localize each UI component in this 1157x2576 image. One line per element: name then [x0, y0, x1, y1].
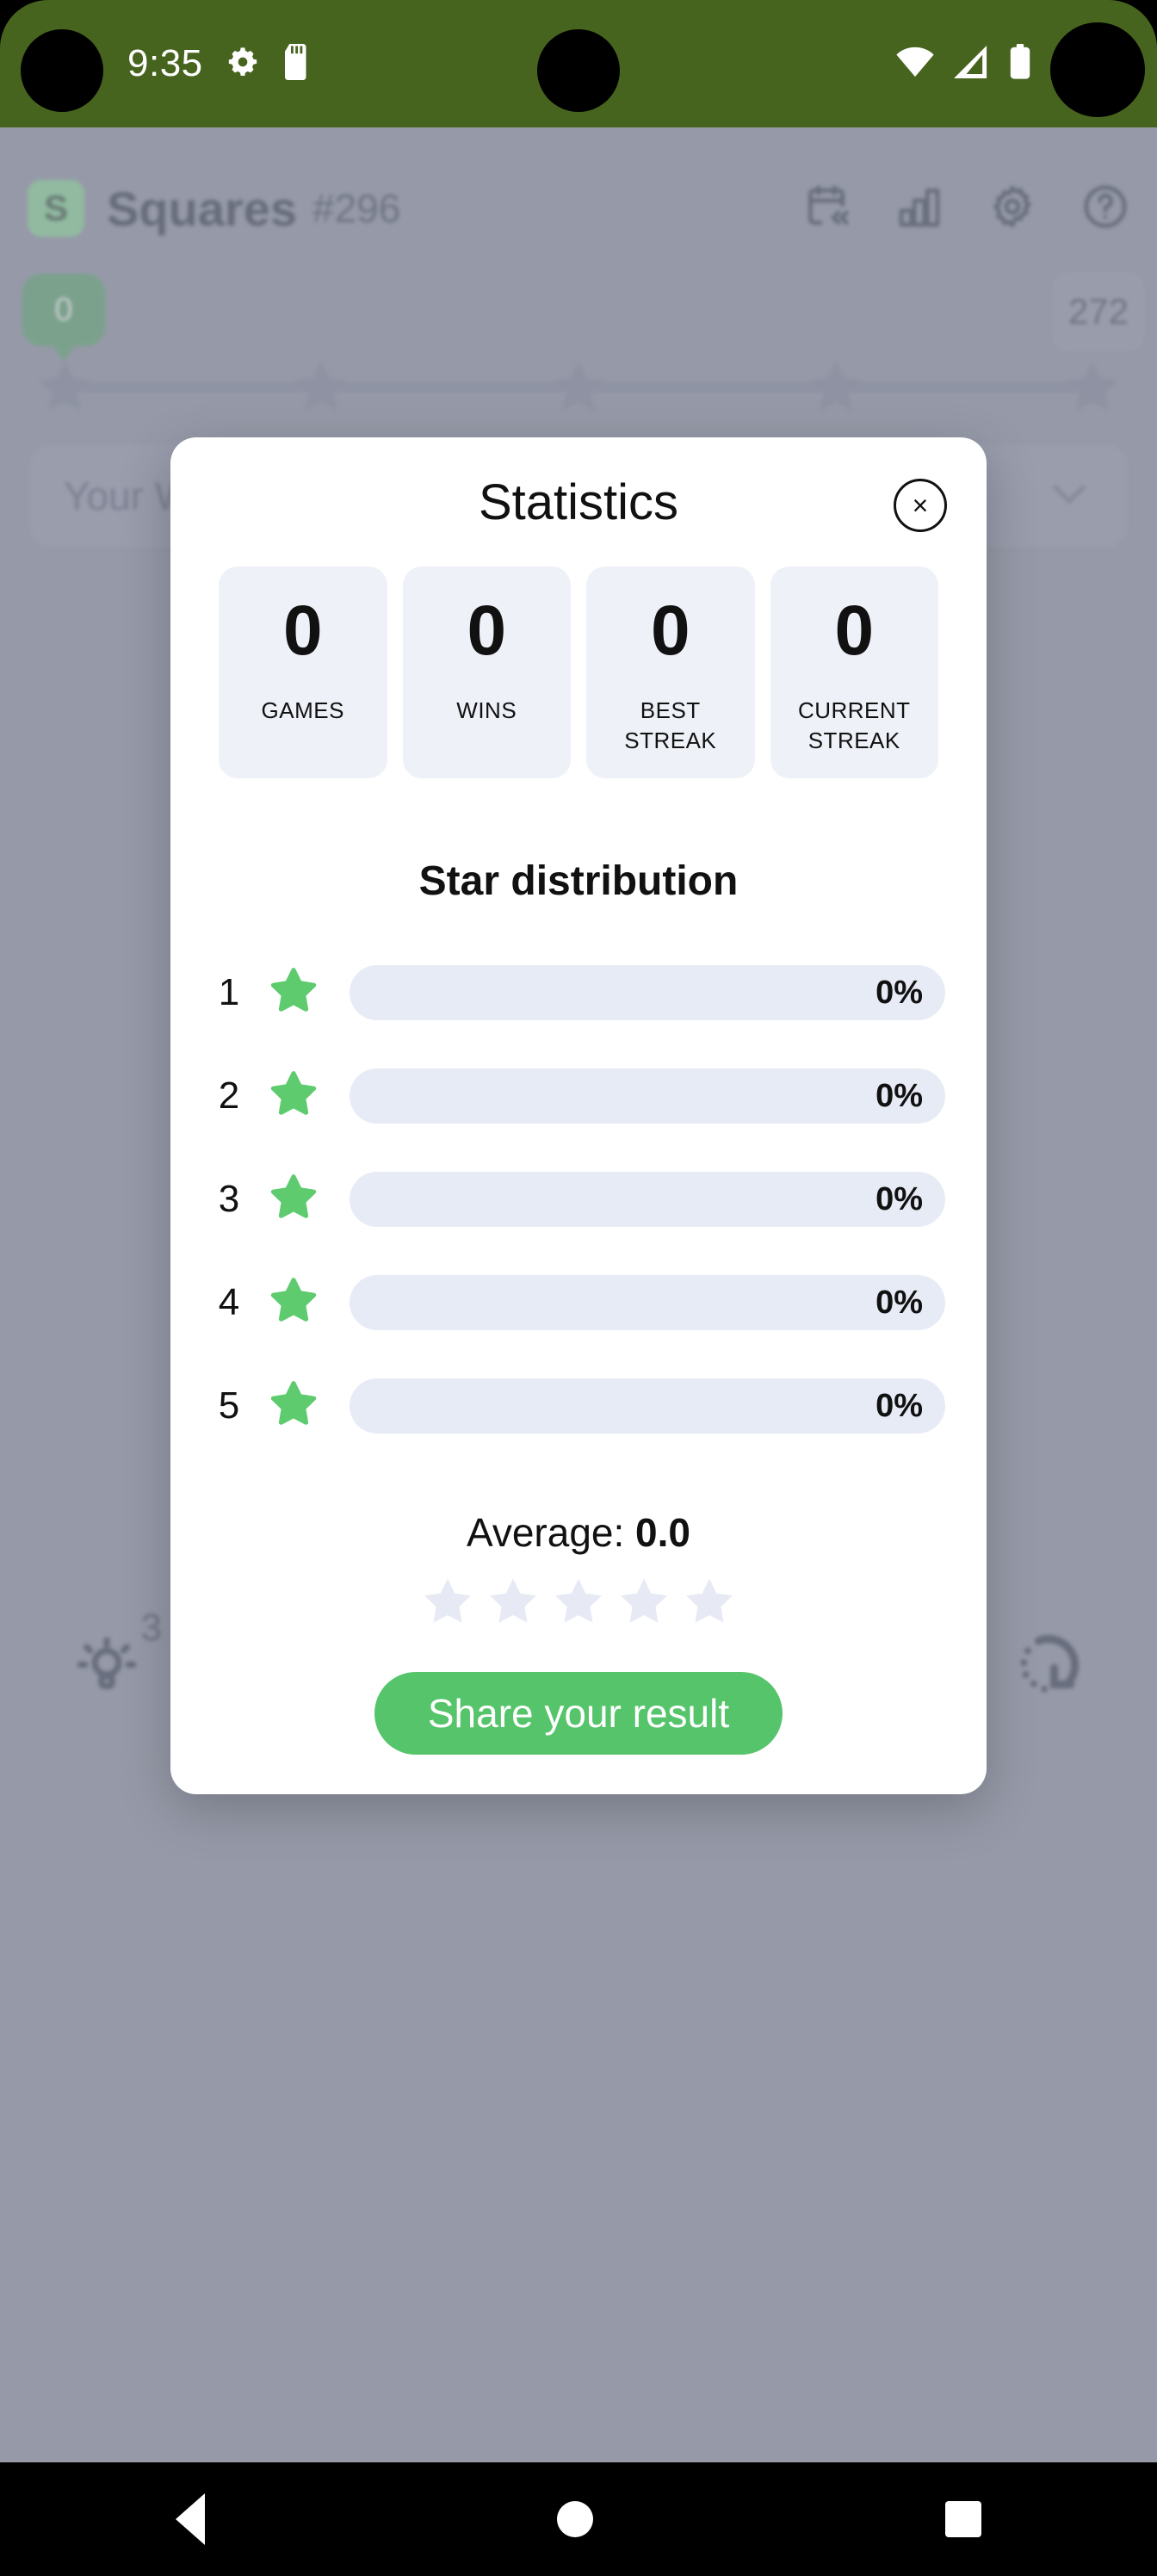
phone-screen: 9:35 S Squares #296 0 272 Your Word 3 St…: [0, 0, 1157, 2576]
stat-card-group: 0 GAMES 0 WINS 0 BEST STREAK 0 CURRENT S…: [205, 567, 952, 779]
star-distribution-chart: 1 0% 2 0% 3 0% 4 0% 5 0%: [205, 941, 952, 1458]
stat-card-wins: 0 WINS: [402, 567, 571, 779]
star-icon: [267, 1171, 320, 1229]
close-icon[interactable]: ×: [894, 479, 947, 532]
star-icon: [267, 1068, 320, 1125]
progress-area: 0 272: [0, 272, 1157, 429]
star-icon: [552, 1575, 605, 1632]
distribution-rank: 3: [218, 1178, 240, 1221]
camera-punch-hole-right: [1050, 22, 1145, 117]
status-bar-right: [895, 43, 1031, 84]
hint-button[interactable]: 3: [21, 1584, 193, 1748]
average-star-rating: [205, 1575, 952, 1632]
distribution-rank: 5: [218, 1384, 240, 1427]
home-button[interactable]: [556, 2501, 593, 2537]
distribution-row: 1 0%: [212, 941, 945, 1044]
puzzle-number: #296: [312, 186, 401, 231]
stat-label: WINS: [456, 697, 517, 723]
star-icon: [267, 1378, 320, 1435]
stat-value: 0: [650, 591, 690, 670]
progress-star-2: [291, 356, 351, 417]
star-distribution-title: Star distribution: [418, 858, 739, 905]
progress-star-3: [548, 356, 609, 417]
distribution-rank: 4: [218, 1281, 240, 1324]
progress-track: [34, 361, 1123, 411]
distribution-row: 5 0%: [212, 1354, 945, 1458]
star-icon: [486, 1575, 540, 1632]
distribution-rank: 2: [218, 1074, 240, 1118]
distribution-percent: 0%: [875, 974, 923, 1011]
close-glyph: ×: [912, 490, 929, 521]
star-icon: [421, 1575, 474, 1632]
app-header: S Squares #296: [0, 160, 1157, 257]
distribution-percent: 0%: [875, 1180, 923, 1217]
distribution-bar: 0%: [350, 1172, 945, 1228]
share-result-button[interactable]: Share your result: [374, 1672, 783, 1756]
average-label: Average:: [466, 1510, 625, 1556]
stat-label: GAMES: [261, 697, 344, 723]
gear-icon[interactable]: [988, 183, 1036, 235]
app-title: Squares: [107, 181, 297, 236]
stat-value: 0: [467, 591, 507, 670]
score-badge-target: 272: [1052, 272, 1145, 351]
recents-button[interactable]: [944, 2501, 981, 2537]
statistics-modal: Statistics × 0 GAMES 0 WINS 0 BEST STREA…: [170, 437, 987, 1795]
camera-punch-hole-center: [537, 29, 620, 112]
distribution-percent: 0%: [875, 1387, 923, 1424]
header-icon-group: [802, 183, 1129, 235]
distribution-bar: 0%: [350, 965, 945, 1021]
chevron-down-icon[interactable]: [1045, 470, 1093, 523]
stat-value: 0: [282, 591, 323, 670]
stat-card-current-streak: 0 CURRENT STREAK: [770, 567, 938, 779]
progress-star-4: [806, 356, 866, 417]
distribution-row: 3 0%: [212, 1148, 945, 1251]
status-bar-left: 9:35: [127, 42, 312, 85]
average-value: 0.0: [635, 1510, 690, 1556]
distribution-bar: 0%: [350, 1378, 945, 1434]
status-bar: 9:35: [0, 0, 1157, 127]
share-button-wrap: Share your result: [205, 1672, 952, 1756]
hint-count-badge: 3: [140, 1607, 162, 1649]
android-nav-bar: [0, 2462, 1157, 2576]
stat-value: 0: [834, 591, 875, 670]
star-icon: [267, 1274, 320, 1332]
sd-card-icon: [282, 43, 312, 84]
distribution-row: 2 0%: [212, 1044, 945, 1148]
stat-card-best-streak: 0 BEST STREAK: [586, 567, 755, 779]
modal-header: Statistics ×: [205, 437, 952, 567]
gear-icon: [226, 45, 260, 84]
distribution-row: 4 0%: [212, 1251, 945, 1354]
modal-title: Statistics: [478, 474, 679, 530]
stat-label: CURRENT STREAK: [797, 697, 911, 754]
distribution-percent: 0%: [875, 1077, 923, 1114]
status-bar-clock: 9:35: [127, 42, 203, 84]
star-icon: [267, 964, 320, 1022]
stat-label: BEST STREAK: [624, 697, 717, 754]
undo-button[interactable]: [964, 1584, 1136, 1748]
star-icon: [683, 1575, 736, 1632]
score-badge-current: 0: [22, 274, 105, 362]
wifi-icon: [895, 46, 935, 83]
distribution-bar: 0%: [350, 1275, 945, 1331]
progress-star-5: [1062, 356, 1123, 417]
distribution-bar: 0%: [350, 1068, 945, 1124]
average-row: Average: 0.0: [205, 1509, 952, 1556]
battery-icon: [1009, 43, 1031, 84]
calendar-archive-icon[interactable]: [802, 183, 851, 235]
star-icon: [617, 1575, 671, 1632]
distribution-rank: 1: [218, 971, 240, 1014]
stat-card-games: 0 GAMES: [219, 567, 387, 779]
bar-chart-icon[interactable]: [895, 183, 944, 235]
distribution-percent: 0%: [875, 1284, 923, 1321]
app-logo: S: [28, 180, 84, 237]
back-button[interactable]: [176, 2493, 206, 2545]
signal-icon: [954, 45, 990, 83]
progress-star-1: [34, 356, 95, 417]
help-circle-icon[interactable]: [1081, 183, 1129, 235]
camera-punch-hole-left: [21, 29, 103, 112]
